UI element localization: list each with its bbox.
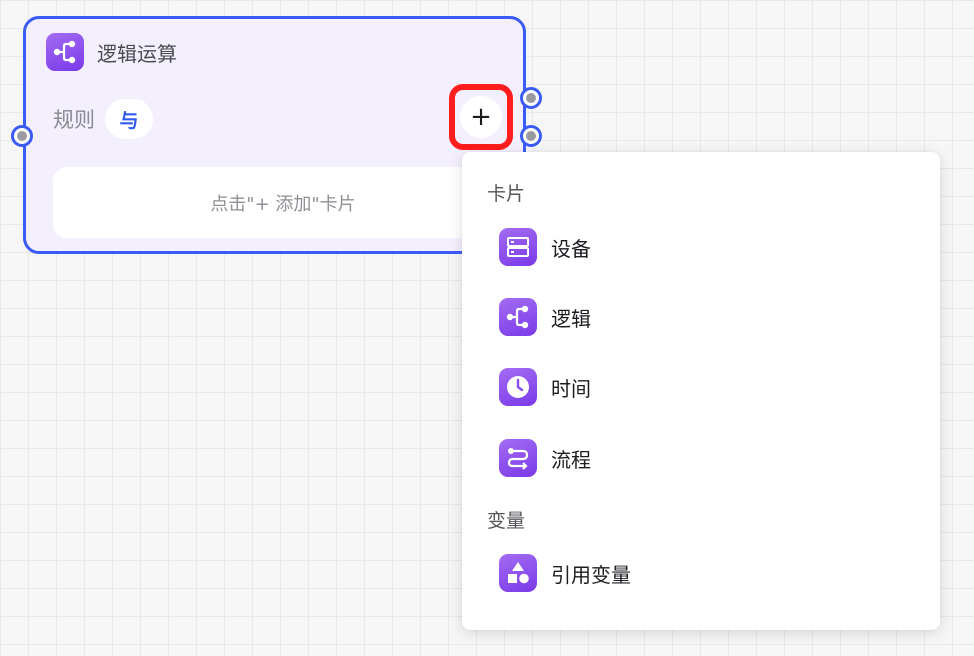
- add-button-highlight: +: [449, 84, 513, 150]
- node-title: 逻辑运算: [97, 41, 177, 66]
- rule-row: 规则 与: [53, 99, 153, 139]
- menu-section-title-cards: 卡片: [487, 183, 526, 205]
- menu-item-label: 时间: [551, 376, 591, 401]
- flow-icon: [499, 439, 537, 477]
- add-card-button[interactable]: +: [460, 96, 502, 138]
- menu-item-time[interactable]: 时间: [499, 367, 591, 407]
- node-header: 逻辑运算: [46, 33, 177, 71]
- menu-item-label: 引用变量: [551, 562, 631, 587]
- menu-item-label: 设备: [551, 236, 591, 261]
- menu-section-title-variables: 变量: [487, 510, 526, 532]
- output-port-bottom[interactable]: [520, 125, 542, 147]
- card-drop-placeholder: 点击"+ 添加"卡片: [53, 167, 513, 238]
- device-icon: [499, 228, 537, 266]
- menu-item-label: 逻辑: [551, 306, 591, 331]
- rule-operator-chip[interactable]: 与: [105, 99, 153, 139]
- add-card-menu: 卡片 设备 逻辑 时间 流程 变量 引用变量: [462, 152, 940, 630]
- input-port[interactable]: [11, 125, 33, 147]
- menu-item-label: 流程: [551, 447, 591, 472]
- menu-item-logic[interactable]: 逻辑: [499, 297, 591, 337]
- menu-item-device[interactable]: 设备: [499, 227, 591, 267]
- logic-branch-icon: [499, 298, 537, 336]
- menu-item-reference-variable[interactable]: 引用变量: [499, 553, 631, 593]
- output-port-top[interactable]: [520, 87, 542, 109]
- rule-label: 规则: [53, 108, 95, 132]
- shapes-icon: [499, 554, 537, 592]
- logic-branch-icon: [46, 33, 84, 71]
- menu-item-flow[interactable]: 流程: [499, 438, 591, 478]
- clock-icon: [499, 368, 537, 406]
